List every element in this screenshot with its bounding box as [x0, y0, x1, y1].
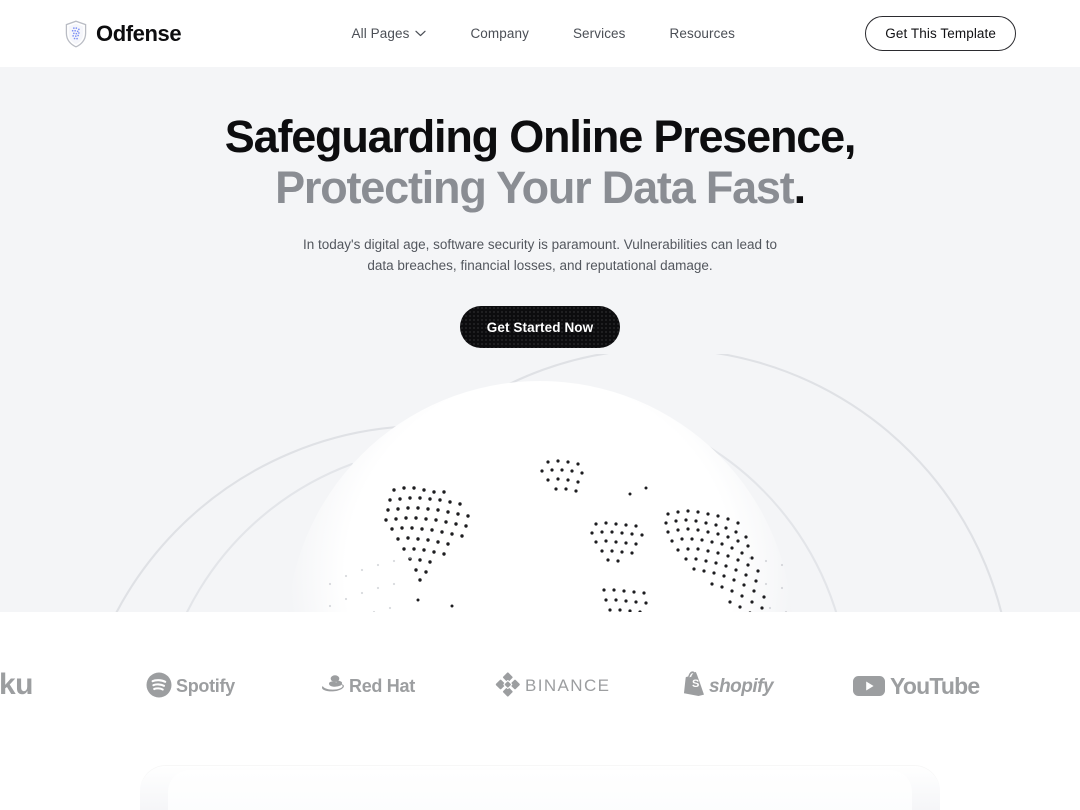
binance-logo: BINANCE — [493, 671, 619, 699]
hero-title-line-2-text: Protecting Your Data Fast — [275, 162, 795, 214]
hero-cta-container: Get Started Now — [0, 306, 1080, 349]
hero-title-period: . — [793, 162, 807, 214]
brand-name: Odfense — [96, 20, 182, 46]
nav-item-services[interactable]: Services — [573, 26, 626, 41]
get-this-template-button[interactable]: Get This Template — [865, 16, 1016, 51]
redhat-logo: Red Hat — [321, 669, 431, 701]
svg-text:BINANCE: BINANCE — [525, 676, 610, 695]
hero-title-line-1: Safeguarding Online Presence, — [224, 111, 857, 162]
nav-item-company[interactable]: Company — [470, 26, 528, 41]
logo-redhat: Red Hat — [286, 669, 466, 701]
shopify-logo: S shopify — [682, 669, 790, 701]
nav-item-all-pages[interactable]: All Pages — [352, 26, 427, 41]
nav-item-label: All Pages — [351, 26, 410, 41]
hero-subtitle: In today's digital age, software securit… — [302, 236, 778, 274]
get-started-now-button[interactable]: Get Started Now — [459, 306, 621, 349]
logo-shopify: S shopify — [646, 669, 826, 701]
page-title: Safeguarding Online Presence, Protecting… — [0, 111, 1080, 214]
svg-text:S: S — [692, 678, 699, 690]
logo-roku: Roku — [0, 668, 106, 702]
svg-text:YouTube: YouTube — [890, 673, 979, 699]
nav-item-label: Resources — [669, 26, 735, 41]
hero-section: Safeguarding Online Presence, Protecting… — [0, 67, 1080, 612]
client-logos-strip: Roku Spotify — [0, 612, 1080, 758]
spotify-logo: Spotify — [146, 670, 246, 700]
logo-binance: BINANCE — [466, 671, 646, 699]
hero-content: Safeguarding Online Presence, Protecting… — [0, 67, 1080, 349]
logo-youtube: YouTube — [826, 670, 1006, 700]
peek-panel-inner — [168, 770, 912, 810]
nav-item-label: Services — [572, 26, 626, 41]
landing-page: Odfense All Pages Company Services Resou… — [0, 0, 1080, 810]
main-navigation: All Pages Company Services Resources — [221, 26, 865, 41]
svg-text:shopify: shopify — [709, 676, 775, 697]
svg-text:Spotify: Spotify — [176, 676, 235, 696]
shield-icon — [64, 20, 88, 48]
nav-item-label: Company — [470, 26, 529, 41]
site-header: Odfense All Pages Company Services Resou… — [0, 0, 1080, 67]
nav-item-resources[interactable]: Resources — [670, 26, 735, 41]
logo-spotify: Spotify — [106, 670, 286, 700]
logos-track: Roku Spotify — [0, 668, 1006, 702]
svg-text:Roku: Roku — [0, 668, 33, 701]
peek-panel-outer — [140, 766, 940, 810]
brand-logo[interactable]: Odfense — [64, 20, 182, 48]
hero-title-line-2: Protecting Your Data Fast. — [0, 162, 1080, 213]
dotted-globe-graphic — [0, 354, 1080, 612]
chevron-down-icon — [415, 30, 427, 37]
youtube-logo: YouTube — [852, 670, 980, 700]
roku-logo: Roku — [0, 668, 72, 702]
svg-text:Red Hat: Red Hat — [349, 676, 415, 696]
